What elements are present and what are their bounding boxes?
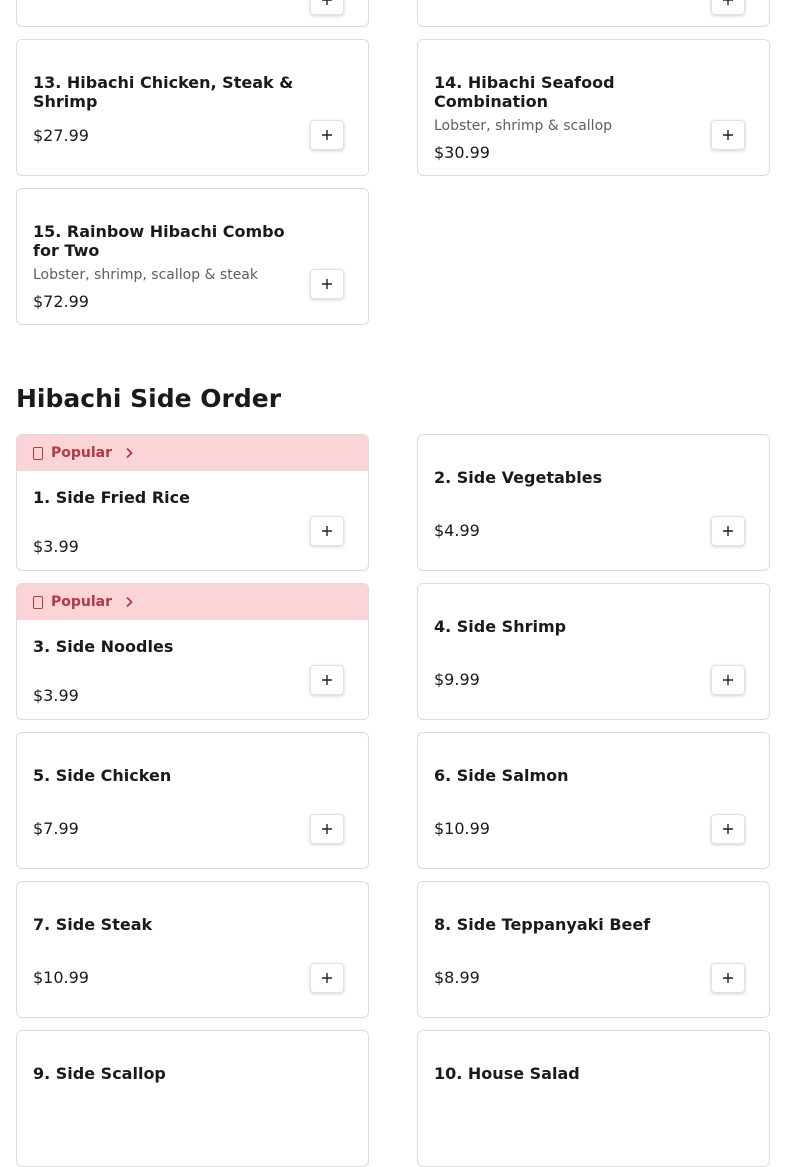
item-name: 4. Side Shrimp <box>434 617 567 636</box>
item-name: 5. Side Chicken <box>33 766 172 785</box>
item-name: 1. Side Fried Rice <box>33 488 190 507</box>
popular-label: Popular <box>51 445 113 461</box>
menu-item-card[interactable] <box>16 0 369 27</box>
add-item-button[interactable] <box>310 516 344 546</box>
popular-label: Popular <box>51 594 113 610</box>
add-item-button[interactable] <box>310 269 344 299</box>
plus-icon <box>723 973 733 983</box>
item-price: $7.99 <box>33 819 79 838</box>
menu-item-card[interactable]: 13. Hibachi Chicken, Steak & Shrimp $27.… <box>16 39 369 176</box>
popular-banner[interactable]: Popular <box>17 584 368 620</box>
item-name: 15. Rainbow Hibachi Combo for Two <box>33 222 285 260</box>
item-description: Lobster, shrimp, scallop & steak <box>33 267 258 283</box>
chevron-right-icon <box>126 447 133 459</box>
menu-item-card[interactable]: 10. House Salad <box>417 1030 770 1167</box>
item-price: $10.99 <box>434 819 490 838</box>
add-item-button[interactable] <box>310 0 344 15</box>
menu-item-card[interactable]: 6. Side Salmon $10.99 <box>417 732 770 869</box>
menu-item-card[interactable]: 2. Side Vegetables $4.99 <box>417 434 770 571</box>
menu-item-card[interactable]: 5. Side Chicken $7.99 <box>16 732 369 869</box>
item-name: 13. Hibachi Chicken, Steak & Shrimp <box>33 73 294 111</box>
plus-icon <box>322 675 332 685</box>
add-item-button[interactable] <box>711 516 745 546</box>
menu-item-card[interactable]: 7. Side Steak $10.99 <box>16 881 369 1018</box>
plus-icon <box>723 675 733 685</box>
add-item-button[interactable] <box>310 963 344 993</box>
item-price: $10.99 <box>33 968 89 987</box>
menu-item-card[interactable]: Popular 1. Side Fried Rice $3.99 <box>16 434 369 571</box>
add-item-button[interactable] <box>310 665 344 695</box>
chevron-right-icon <box>126 596 133 608</box>
plus-icon <box>322 130 332 140</box>
add-item-button[interactable] <box>711 665 745 695</box>
menu-item-card[interactable]: 4. Side Shrimp $9.99 <box>417 583 770 720</box>
menu-item-card[interactable]: Popular 3. Side Noodles $3.99 <box>16 583 369 720</box>
item-price: $72.99 <box>33 292 89 311</box>
menu-item-card[interactable] <box>417 0 770 27</box>
item-name: 10. House Salad <box>434 1064 580 1083</box>
menu-item-card[interactable]: 9. Side Scallop <box>16 1030 369 1167</box>
section-title: Hibachi Side Order <box>16 384 282 413</box>
fire-icon <box>33 446 43 460</box>
menu-item-card[interactable]: 14. Hibachi Seafood Combination Lobster,… <box>417 39 770 176</box>
item-price: $3.99 <box>33 686 79 705</box>
item-name: 14. Hibachi Seafood Combination <box>434 73 615 111</box>
plus-icon <box>723 526 733 536</box>
item-price: $9.99 <box>434 670 480 689</box>
popular-banner[interactable]: Popular <box>17 435 368 471</box>
add-item-button[interactable] <box>711 814 745 844</box>
item-name: 8. Side Teppanyaki Beef <box>434 915 651 934</box>
add-item-button[interactable] <box>310 814 344 844</box>
plus-icon <box>723 824 733 834</box>
item-name: 7. Side Steak <box>33 915 153 934</box>
add-item-button[interactable] <box>711 120 745 150</box>
plus-icon <box>322 973 332 983</box>
menu-item-card[interactable]: 15. Rainbow Hibachi Combo for Two Lobste… <box>16 188 369 325</box>
plus-icon <box>322 0 332 5</box>
add-item-button[interactable] <box>711 963 745 993</box>
plus-icon <box>723 0 733 5</box>
plus-icon <box>322 824 332 834</box>
item-name: 9. Side Scallop <box>33 1064 166 1083</box>
plus-icon <box>723 130 733 140</box>
plus-icon <box>322 526 332 536</box>
add-item-button[interactable] <box>310 120 344 150</box>
item-name: 6. Side Salmon <box>434 766 569 785</box>
item-price: $30.99 <box>434 143 490 162</box>
item-name: 2. Side Vegetables <box>434 468 603 487</box>
item-name: 3. Side Noodles <box>33 637 174 656</box>
item-price: $8.99 <box>434 968 480 987</box>
item-price: $3.99 <box>33 537 79 556</box>
menu-item-card[interactable]: 8. Side Teppanyaki Beef $8.99 <box>417 881 770 1018</box>
item-description: Lobster, shrimp & scallop <box>434 118 613 134</box>
add-item-button[interactable] <box>711 0 745 15</box>
item-price: $27.99 <box>33 126 89 145</box>
item-price: $4.99 <box>434 521 480 540</box>
fire-icon <box>33 595 43 609</box>
plus-icon <box>322 279 332 289</box>
